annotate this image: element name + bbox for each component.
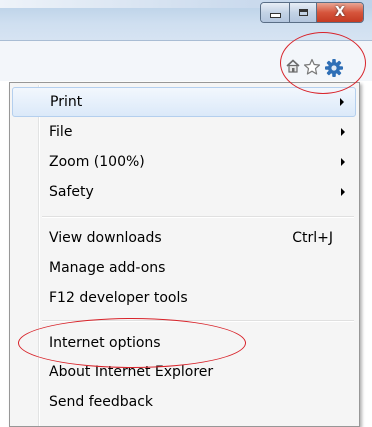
menu-item-manage-add-ons[interactable]: Manage add-ons — [12, 253, 356, 283]
menu-item-print[interactable]: Print — [12, 87, 356, 117]
submenu-arrow-icon — [340, 98, 344, 106]
window-caption-buttons: X — [260, 2, 364, 23]
gear-icon[interactable] — [324, 58, 344, 78]
menu-item-file[interactable]: File — [12, 117, 356, 147]
menu-item-zoom[interactable]: Zoom (100%) — [12, 147, 356, 177]
menu-item-label: About Internet Explorer — [49, 364, 214, 380]
home-icon[interactable] — [285, 58, 301, 74]
star-icon[interactable] — [303, 58, 321, 76]
menu-item-label: View downloads — [49, 230, 162, 246]
submenu-arrow-icon — [341, 158, 345, 166]
menu-item-label: Send feedback — [49, 394, 154, 410]
menu-item-label: Zoom (100%) — [49, 154, 145, 170]
menu-item-shortcut: Ctrl+J — [292, 230, 333, 246]
menu-item-label: Print — [50, 94, 83, 110]
tools-menu: Print File Zoom (100%) Safety View downl… — [9, 82, 360, 427]
menu-item-f12-developer-tools[interactable]: F12 developer tools — [12, 283, 356, 313]
minimize-button[interactable] — [261, 3, 290, 22]
minimize-icon — [269, 13, 281, 18]
menu-item-safety[interactable]: Safety — [12, 177, 356, 207]
menu-separator — [42, 320, 354, 322]
submenu-arrow-icon — [341, 188, 345, 196]
menu-item-send-feedback[interactable]: Send feedback — [12, 387, 356, 417]
maximize-button[interactable] — [290, 3, 317, 22]
menu-item-label: File — [49, 124, 73, 140]
menu-item-label: Safety — [49, 184, 94, 200]
menu-separator — [42, 216, 354, 218]
menu-item-view-downloads[interactable]: View downloads Ctrl+J — [12, 223, 356, 253]
maximize-icon — [298, 9, 308, 16]
submenu-arrow-icon — [341, 128, 345, 136]
menu-item-label: F12 developer tools — [49, 290, 188, 306]
close-button[interactable]: X — [317, 3, 363, 22]
menu-item-label: Internet options — [49, 335, 161, 351]
menu-item-about-internet-explorer[interactable]: About Internet Explorer — [12, 357, 356, 387]
menu-item-label: Manage add-ons — [49, 260, 166, 276]
close-icon: X — [334, 5, 346, 20]
menu-item-internet-options[interactable]: Internet options — [12, 328, 356, 358]
